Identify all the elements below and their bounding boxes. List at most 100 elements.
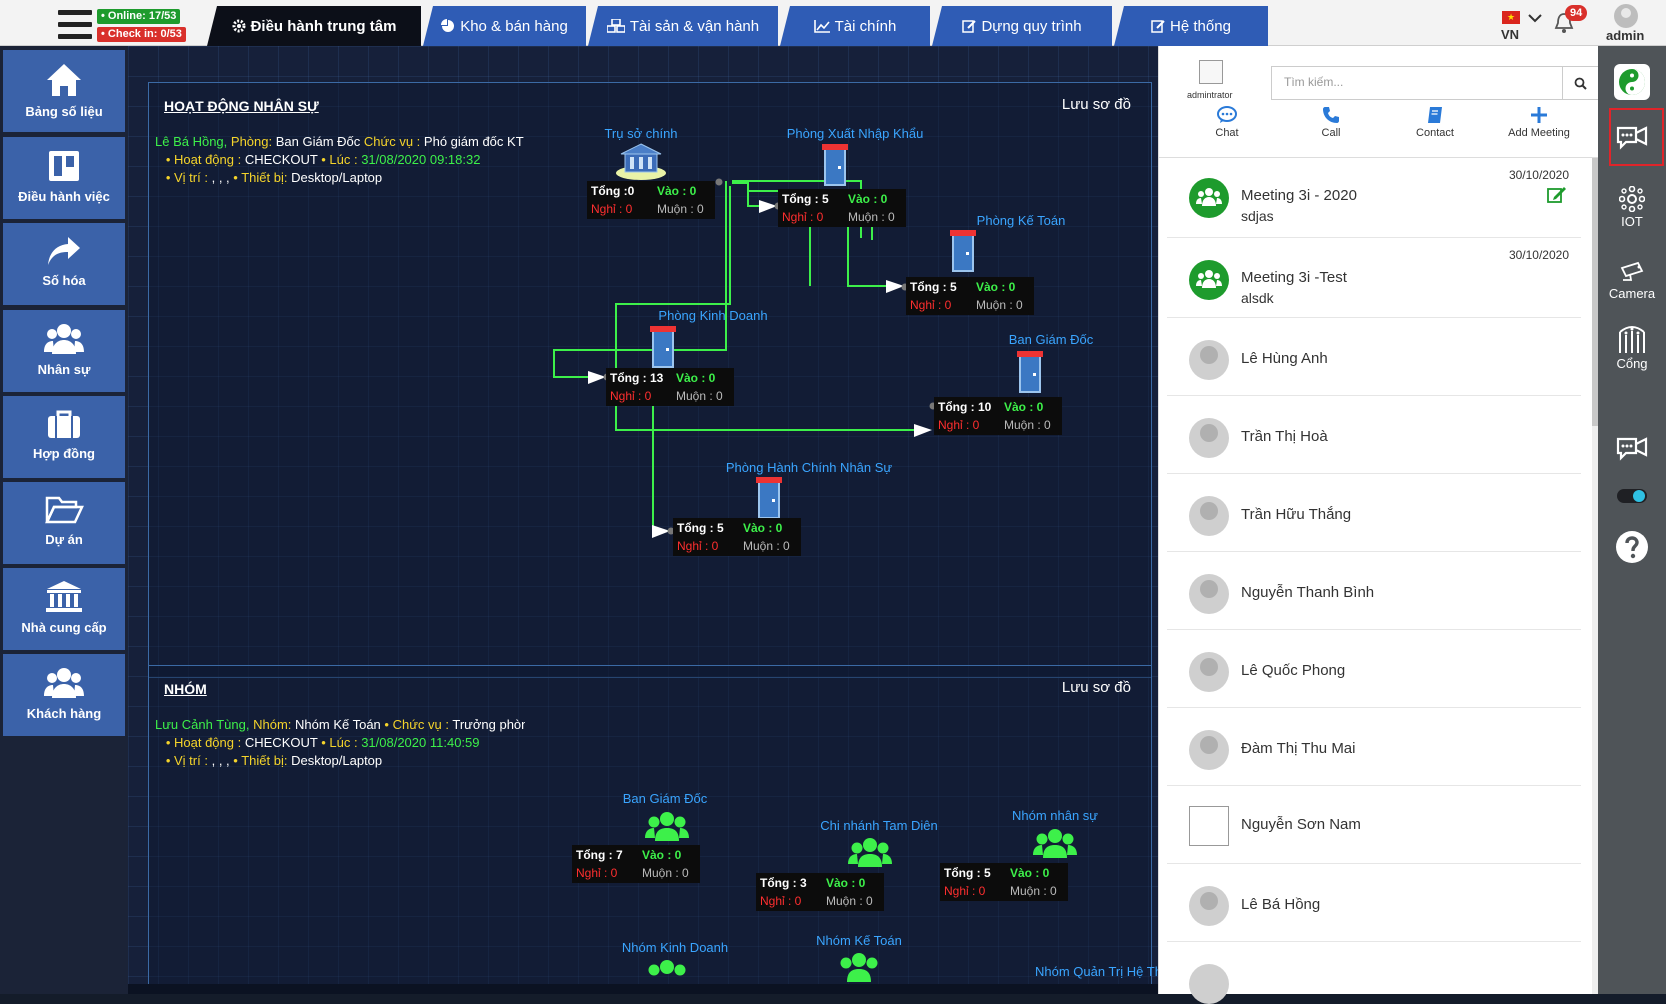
contact-item[interactable] — [1167, 944, 1581, 1004]
tab-label: Dựng quy trình — [981, 17, 1082, 35]
contact-name: Lê Quốc Phong — [1241, 662, 1346, 679]
meeting-item[interactable]: 30/10/2020 Meeting 3i -Test alsdk — [1167, 240, 1581, 318]
sidebar-item-label: Khách hàng — [26, 706, 102, 721]
checkin-badge: • Check in: 0/53 — [97, 27, 186, 42]
user-name[interactable]: admin — [1606, 28, 1644, 43]
meeting-date: 30/10/2020 — [1508, 168, 1569, 182]
chat-bubble-icon — [1217, 106, 1237, 123]
contact-item[interactable]: Lê Hùng Anh — [1167, 320, 1581, 396]
employee-info: Lưu Cảnh Tùng, Nhóm: Nhóm Kế Toán • Chức… — [155, 717, 525, 768]
node-label: Nhóm Kinh Doanh — [621, 940, 729, 955]
avatar — [1189, 340, 1229, 380]
tab-tai-chinh[interactable]: Tài chính — [780, 6, 930, 46]
contact-item[interactable]: Nguyễn Sơn Nam — [1167, 788, 1581, 864]
avatar — [1189, 652, 1229, 692]
sidebar-item-hop-dong[interactable]: Hợp đồng — [3, 396, 125, 478]
plus-icon — [1531, 107, 1547, 123]
tab-dieu-hanh[interactable]: Điều hành trung tâm — [207, 6, 421, 46]
meeting-item[interactable]: 30/10/2020 Meeting 3i - 2020 sdjas — [1167, 160, 1581, 238]
edit-icon[interactable] — [1547, 186, 1567, 204]
user-label: admintrator — [1187, 90, 1233, 100]
menu-icon[interactable] — [58, 10, 92, 40]
panel-title: NHÓM — [164, 681, 207, 697]
headquarters-icon — [616, 143, 666, 180]
tab-dung-quy-trinh[interactable]: Dựng quy trình — [932, 6, 1112, 46]
avatar — [1189, 496, 1229, 536]
user-avatar-broken-image — [1199, 60, 1223, 84]
contact-item[interactable]: Đàm Thị Thu Mai — [1167, 710, 1581, 786]
avatar — [1189, 574, 1229, 614]
sidebar-item-label: Số hóa — [42, 273, 86, 288]
search-icon — [1574, 77, 1587, 90]
contact-item[interactable]: Trần Thị Hoà — [1167, 398, 1581, 474]
video-chat-button[interactable] — [1598, 124, 1666, 154]
sidebar-item-nhan-su[interactable]: Nhân sự — [3, 310, 125, 392]
yin-yang-button[interactable] — [1598, 64, 1666, 102]
tab-label: Hệ thống — [1170, 17, 1231, 35]
sidebar-item-nha-cung-cap[interactable]: Nhà cung cấp — [3, 568, 125, 650]
meeting-subtitle: sdjas — [1241, 208, 1274, 224]
contact-book-icon — [1428, 107, 1442, 123]
sidebar-item-khach-hang[interactable]: Khách hàng — [3, 654, 125, 736]
share-arrow-icon — [48, 237, 80, 265]
users-icon — [1033, 829, 1077, 858]
contact-item[interactable]: Trần Hữu Thắng — [1167, 476, 1581, 552]
door-icon — [650, 326, 676, 368]
iot-button[interactable]: IOT — [1598, 186, 1666, 229]
horizontal-scrollbar[interactable] — [128, 984, 1158, 994]
video-chat-button[interactable] — [1598, 435, 1666, 465]
bank-icon — [46, 581, 82, 612]
contact-name: Trần Thị Hoà — [1241, 428, 1328, 445]
save-diagram-button[interactable]: Lưu sơ đồ — [1062, 679, 1131, 696]
node-stats: Tổng :0 Vào : 0 Nghỉ : 0 Muộn : 0 — [587, 181, 715, 219]
vietnam-flag-icon[interactable]: ★ — [1502, 11, 1520, 24]
toggle-switch[interactable] — [1617, 489, 1647, 503]
avatar — [1189, 418, 1229, 458]
tab-tai-san[interactable]: Tài sản & vận hành — [588, 6, 778, 46]
call-action[interactable]: Call — [1281, 106, 1381, 139]
contact-item[interactable]: Lê Quốc Phong — [1167, 632, 1581, 708]
door-icon — [822, 144, 848, 186]
notification-badge: 94 — [1565, 5, 1588, 21]
top-bar: • Online: 17/53 • Check in: 0/53 Điều hà… — [0, 0, 1666, 46]
sidebar-item-label: Điều hành việc — [18, 189, 110, 204]
contact-item[interactable]: Nguyễn Thanh Bình — [1167, 554, 1581, 630]
tab-he-thong[interactable]: Hệ thống — [1114, 6, 1268, 46]
contact-action[interactable]: Contact — [1385, 106, 1485, 139]
contact-name: Đàm Thị Thu Mai — [1241, 740, 1356, 757]
avatar[interactable] — [1614, 4, 1638, 28]
tab-label: Điều hành trung tâm — [250, 17, 397, 35]
meeting-title: Meeting 3i -Test — [1241, 269, 1347, 286]
add-meeting-action[interactable]: Add Meeting — [1489, 106, 1589, 139]
users-icon — [44, 668, 84, 698]
node-label: Phòng Kinh Doanh — [658, 308, 768, 323]
main-canvas: HOẠT ĐỘNG NHÂN SỰ Lưu sơ đồ Lê Bá Hồng, … — [128, 46, 1158, 994]
search-input[interactable]: Tìm kiếm... — [1271, 66, 1563, 100]
chat-action[interactable]: Chat — [1177, 106, 1277, 139]
gate-button[interactable]: Cổng — [1598, 324, 1666, 371]
briefcase-icon — [48, 410, 80, 438]
contact-name: Nguyễn Sơn Nam — [1241, 816, 1361, 833]
contact-name: Lê Hùng Anh — [1241, 350, 1328, 367]
meeting-date: 30/10/2020 — [1508, 248, 1569, 262]
camera-button[interactable]: Camera — [1598, 260, 1666, 301]
sidebar-item-bang-so-lieu[interactable]: Bảng số liệu — [3, 50, 125, 132]
search-button[interactable] — [1563, 66, 1599, 100]
sidebar-item-so-hoa[interactable]: Số hóa — [3, 223, 125, 305]
chevron-down-icon[interactable] — [1528, 14, 1542, 23]
gear-icon — [232, 19, 246, 33]
sidebar-item-du-an[interactable]: Dự án — [3, 482, 125, 564]
video-chat-icon — [1616, 437, 1648, 461]
sidebar-item-dieu-hanh-viec[interactable]: Điều hành việc — [3, 137, 125, 219]
contact-item[interactable]: Lê Bá Hồng — [1167, 866, 1581, 942]
contact-name: Nguyễn Thanh Bình — [1241, 584, 1375, 601]
video-chat-icon — [1616, 126, 1648, 150]
help-button[interactable] — [1598, 530, 1666, 566]
language-label[interactable]: VN — [1501, 27, 1519, 42]
iot-icon — [1619, 186, 1645, 212]
gate-icon — [1619, 326, 1645, 353]
contact-name: Trần Hữu Thắng — [1241, 506, 1352, 523]
tab-kho-ban-hang[interactable]: Kho & bán hàng — [423, 6, 586, 46]
node-stats: Tổng : 5 Vào : 0 Nghỉ : 0 Muộn : 0 — [940, 863, 1068, 901]
camera-label: Camera — [1608, 286, 1656, 301]
